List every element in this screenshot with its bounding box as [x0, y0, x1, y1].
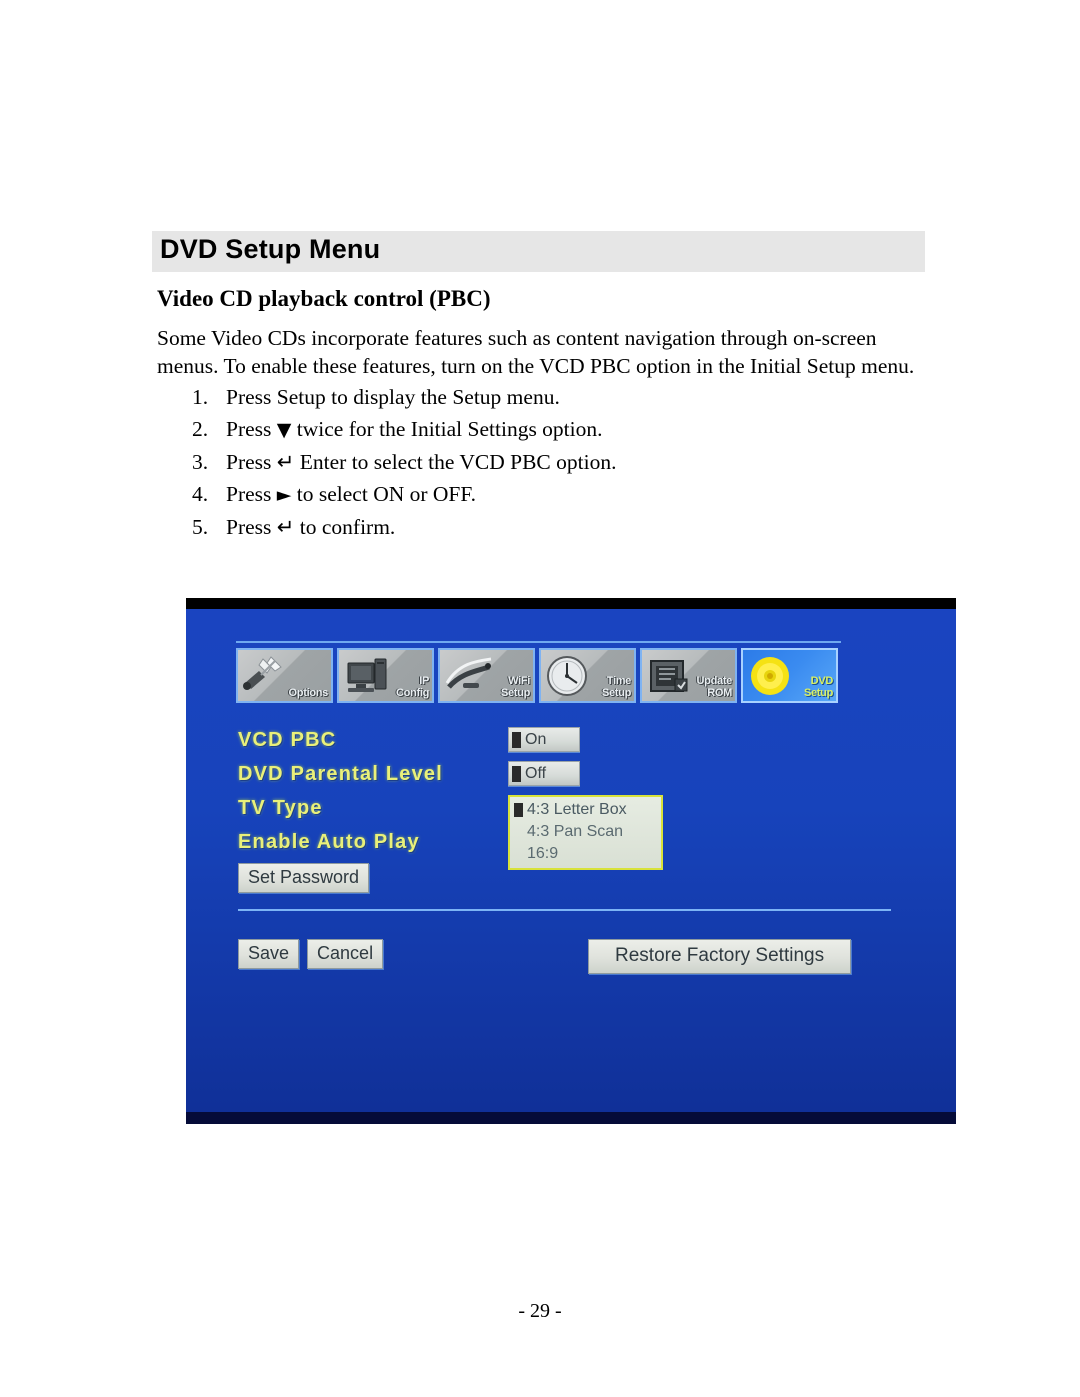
options-tools-icon: [243, 656, 282, 690]
step-number: 1.: [192, 385, 209, 409]
step-text: Press: [226, 417, 277, 441]
toggle-value: Off: [525, 764, 547, 782]
step-text-post: Enter to select the VCD PBC option.: [294, 450, 617, 474]
body-paragraph: Some Video CDs incorporate features such…: [157, 326, 915, 378]
toolbar-label-line1: DVD: [810, 675, 834, 687]
toolbar-label-line1: Time: [606, 675, 632, 687]
computer-icon: [347, 658, 387, 692]
step-number: 2.: [192, 417, 209, 441]
restore-button-wrap: Restore Factory Settings: [588, 939, 852, 974]
toolbar-label: Update ROM: [696, 675, 733, 699]
toolbar-label: IP Config: [396, 675, 429, 699]
selection-marker-icon: [512, 765, 521, 782]
step-text-post: to select ON or OFF.: [291, 482, 477, 506]
setting-label: DVD Parental Level: [238, 763, 444, 785]
toolbar-label-line2: Config: [395, 687, 429, 699]
right-arrow-icon: ►: [276, 484, 292, 506]
toolbar-label: WiFi Setup: [501, 675, 530, 699]
toolbar-label-line1: WiFi: [508, 675, 530, 687]
toolbar-label-line2: Setup: [500, 687, 530, 699]
dvd-setup-screen: Options IP Config WiFi Setup Time Setup …: [186, 609, 956, 1112]
setting-row-dvd-parental-level: DVD Parental Level Off: [238, 761, 858, 795]
step-text: Press: [226, 515, 277, 539]
dvd-parental-level-toggle[interactable]: Off: [508, 761, 580, 786]
down-arrow-icon: ▼: [276, 419, 292, 441]
page-title: DVD Setup Menu: [160, 234, 381, 264]
toolbar-label-line1: Update: [696, 675, 733, 687]
steps-list: 1. Press Setup to display the Setup menu.…: [192, 381, 892, 543]
selection-marker-icon: [514, 803, 523, 817]
clock-icon: [547, 656, 587, 696]
list-item: 2. Press ▼ twice for the Initial Settings…: [192, 413, 892, 446]
save-button[interactable]: Save: [238, 939, 300, 969]
toolbar-item-options[interactable]: Options: [236, 648, 333, 703]
vcd-pbc-toggle[interactable]: On: [508, 727, 580, 752]
step-text-post: to confirm.: [294, 515, 396, 539]
setting-label: Enable Auto Play: [238, 831, 420, 853]
toolbar-label-line2: Setup: [803, 687, 833, 699]
toolbar-item-update-rom[interactable]: Update ROM: [640, 648, 737, 703]
toolbar-label-line2: Options: [288, 687, 329, 699]
screen-bottom-border: [186, 1112, 956, 1124]
setup-toolbar: Options IP Config WiFi Setup Time Setup …: [236, 641, 841, 703]
setting-row-enable-auto-play: Enable Auto Play: [238, 829, 858, 863]
list-item: 5. Press ↵ to confirm.: [192, 511, 892, 543]
toggle-control[interactable]: On: [508, 727, 580, 752]
toolbar-label-line1: IP: [419, 675, 429, 687]
dvd-setup-screenshot: Options IP Config WiFi Setup Time Setup …: [186, 598, 956, 1124]
step-number: 5.: [192, 515, 209, 539]
toolbar-label-line2: Setup: [601, 687, 631, 699]
toolbar-label: DVD Setup: [804, 675, 833, 699]
setting-label: VCD PBC: [238, 729, 337, 751]
set-password-button[interactable]: Set Password: [238, 863, 370, 893]
section-divider: [238, 909, 891, 911]
selection-marker-icon: [512, 731, 521, 748]
page-footer: - 29 -: [518, 1300, 562, 1322]
disc-icon: [751, 657, 789, 695]
toolbar-label: Options: [288, 675, 329, 699]
dropdown-option-label: 4:3 Letter Box: [527, 801, 627, 818]
document-page: DVD Setup Menu Video CD playback control…: [0, 0, 1080, 1397]
step-text: Press: [226, 482, 277, 506]
restore-factory-settings-button[interactable]: Restore Factory Settings: [588, 939, 852, 974]
action-buttons: Save Cancel: [238, 939, 387, 969]
toolbar-item-dvd-setup[interactable]: DVD Setup: [741, 648, 838, 703]
section-heading: Video CD playback control (PBC): [157, 286, 491, 311]
settings-list: VCD PBC On DVD Parental Level Off TV Typ…: [238, 727, 858, 870]
enter-key-icon: ↵: [276, 450, 295, 474]
step-text: Press: [226, 450, 277, 474]
dropdown-option[interactable]: 4:3 Letter Box: [513, 799, 659, 821]
chip-icon: [650, 660, 688, 692]
setting-row-vcd-pbc: VCD PBC On: [238, 727, 858, 761]
list-item: 4. Press ► to select ON or OFF.: [192, 478, 892, 511]
toolbar-label-line2: ROM: [707, 687, 732, 699]
cancel-button[interactable]: Cancel: [307, 939, 384, 969]
set-password-button-wrap: Set Password: [238, 863, 370, 893]
screen-top-border: [186, 598, 956, 609]
list-item: 3. Press ↵ Enter to select the VCD PBC op…: [192, 446, 892, 478]
antenna-icon: [445, 657, 492, 689]
enter-key-icon: ↵: [276, 515, 295, 539]
toggle-control[interactable]: Off: [508, 761, 580, 786]
step-number: 4.: [192, 482, 209, 506]
setting-row-tv-type: TV Type 4:3 Letter Box 4:3 Pan Scan 16:9: [238, 795, 858, 870]
toolbar-item-ip-config[interactable]: IP Config: [337, 648, 434, 703]
step-number: 3.: [192, 450, 209, 474]
step-text: Press Setup to display the Setup menu.: [226, 385, 560, 409]
setting-label: TV Type: [238, 797, 323, 819]
toggle-value: On: [525, 730, 547, 748]
list-item: 1. Press Setup to display the Setup menu.: [192, 381, 892, 413]
toolbar-item-wifi-setup[interactable]: WiFi Setup: [438, 648, 535, 703]
toolbar-label: Time Setup: [602, 675, 631, 699]
toolbar-item-time-setup[interactable]: Time Setup: [539, 648, 636, 703]
step-text-post: twice for the Initial Settings option.: [291, 417, 603, 441]
